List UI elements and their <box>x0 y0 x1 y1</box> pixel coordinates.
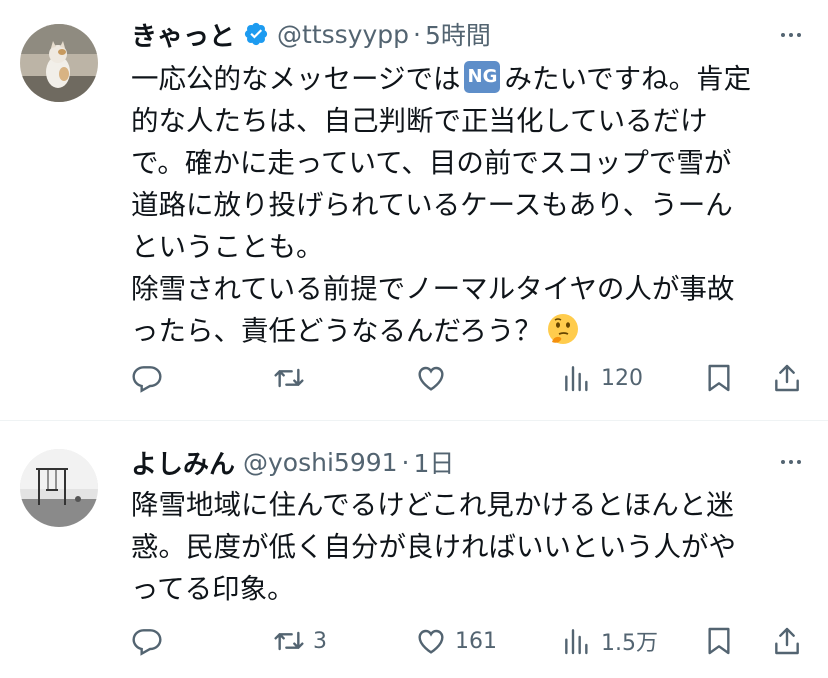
views-button[interactable]: 1.5万 <box>561 619 658 663</box>
text-line: で。確かに走っていて、目の前でスコップで雪が <box>131 147 732 179</box>
tweet-2-text: 降雪地域に住んでるけどこれ見かけるとほんと迷 惑。民度が低く自分が良ければいいと… <box>131 484 811 610</box>
avatar-swing[interactable] <box>20 449 98 527</box>
views-count: 120 <box>601 365 643 391</box>
like-button[interactable] <box>415 356 455 400</box>
author-handle[interactable]: @yoshi5991 <box>243 448 398 477</box>
retweet-button[interactable] <box>273 356 313 400</box>
thinking-face-icon <box>546 312 580 346</box>
reply-button[interactable] <box>131 619 171 663</box>
tweet-header: よしみん @yoshi5991 · 1日 <box>131 442 454 482</box>
share-button[interactable] <box>771 356 803 400</box>
text-line: 的な人たちは、自己判断で正当化しているだけ <box>131 105 708 137</box>
retweet-count: 3 <box>313 628 327 654</box>
share-icon <box>775 627 799 655</box>
separator-dot: · <box>401 447 410 477</box>
retweet-icon <box>274 631 304 651</box>
text-line: 降雪地域に住んでるけどこれ見かけるとほんと迷 <box>131 489 734 521</box>
heart-icon <box>418 629 444 654</box>
text-line: 惑。民度が低く自分が良ければいいという人がや <box>131 531 736 563</box>
more-options-icon[interactable] <box>776 20 806 50</box>
reply-icon <box>132 366 162 393</box>
text-line: ってる印象。 <box>131 573 295 605</box>
bookmark-button[interactable] <box>703 619 735 663</box>
reply-button[interactable] <box>131 356 171 400</box>
views-count: 1.5万 <box>601 631 658 656</box>
avatar-cat[interactable] <box>20 24 98 102</box>
share-button[interactable] <box>771 619 803 663</box>
share-icon <box>775 364 799 392</box>
verified-badge-icon <box>243 21 269 47</box>
retweet-icon <box>274 368 304 388</box>
author-name[interactable]: きゃっと <box>131 16 235 53</box>
author-handle[interactable]: @ttssyypp <box>277 20 409 49</box>
like-count: 161 <box>455 628 497 654</box>
heart-icon <box>418 366 444 391</box>
text-line: 除雪されている前提でノーマルタイヤの人が事故 <box>131 273 735 305</box>
bookmark-button[interactable] <box>703 356 735 400</box>
ng-button-emoji: NG <box>464 61 501 93</box>
text-line: 道路に放り投げられているケースもあり、うーん <box>131 189 733 221</box>
tweet-1-actions: 120 <box>131 356 811 400</box>
text-line: ということも。 <box>131 231 324 263</box>
views-button[interactable]: 120 <box>561 356 643 400</box>
text-line: 一応公的なメッセージでは NG みたいですね。肯定 <box>131 61 752 95</box>
text-line: ったら、責任どうなるんだろう？ <box>131 310 811 352</box>
separator-dot: · <box>413 19 421 49</box>
bookmark-icon <box>708 364 730 392</box>
author-name[interactable]: よしみん <box>131 444 235 481</box>
tweet-2-actions: 3 161 1.5万 <box>131 619 811 663</box>
timestamp[interactable]: 1日 <box>414 444 455 480</box>
reply-icon <box>132 629 162 656</box>
tweet-1-text: 一応公的なメッセージでは NG みたいですね。肯定 的な人たちは、自己判断で正当化し… <box>131 58 811 352</box>
tweet-header: きゃっと @ttssyypp · 5時間 <box>131 14 491 54</box>
timestamp[interactable]: 5時間 <box>425 16 491 52</box>
more-options-icon[interactable] <box>776 447 806 477</box>
like-button[interactable]: 161 <box>415 619 497 663</box>
bookmark-icon <box>708 627 730 655</box>
views-chart-icon <box>565 629 588 655</box>
retweet-button[interactable]: 3 <box>273 619 327 663</box>
views-chart-icon <box>565 366 588 392</box>
